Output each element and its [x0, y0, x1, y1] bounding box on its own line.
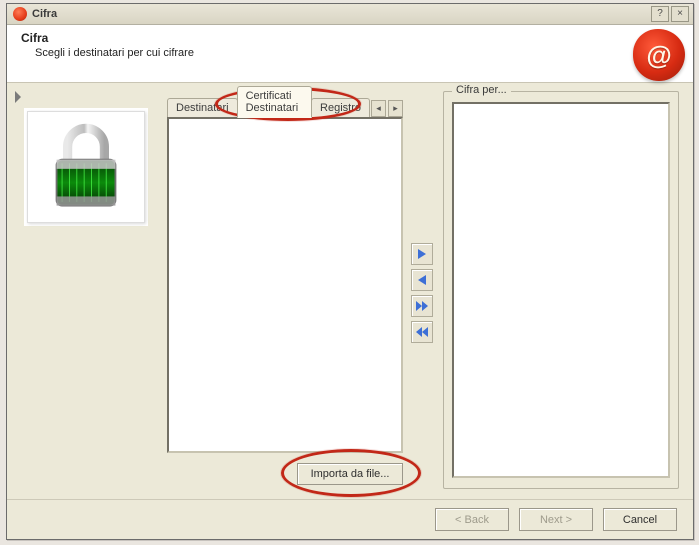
padlock-icon — [47, 121, 125, 213]
double-arrow-right-icon — [415, 299, 429, 313]
page-title: Cifra — [21, 31, 683, 45]
source-list[interactable] — [167, 117, 403, 453]
titlebar: Cifra ? × — [7, 4, 693, 25]
remove-button[interactable] — [411, 269, 433, 291]
transfer-buttons — [411, 243, 433, 343]
step-indicator-icon — [15, 91, 21, 103]
source-tabset: Destinatari Certificati Destinatari Regi… — [167, 95, 403, 453]
cancel-button[interactable]: Cancel — [603, 508, 677, 531]
next-button[interactable]: Next > — [519, 508, 593, 531]
target-list[interactable] — [452, 102, 670, 478]
tab-row: Destinatari Certificati Destinatari Regi… — [167, 95, 403, 117]
arrow-right-icon — [415, 247, 429, 261]
tab-scroll-left[interactable]: ◂ — [371, 100, 386, 117]
add-all-button[interactable] — [411, 295, 433, 317]
page-subtitle: Scegli i destinatari per cui cifrare — [35, 47, 683, 59]
arrow-left-icon — [415, 273, 429, 287]
import-from-file-button[interactable]: Importa da file... — [297, 463, 403, 485]
remove-all-button[interactable] — [411, 321, 433, 343]
header-panel: Cifra Scegli i destinatari per cui cifra… — [7, 25, 693, 83]
tab-scroll-right[interactable]: ▸ — [388, 100, 403, 117]
cifra-per-group: Cifra per... — [443, 91, 679, 489]
titlebar-buttons: ? × — [651, 6, 689, 22]
double-arrow-left-icon — [415, 325, 429, 339]
tab-scroll: ◂ ▸ — [371, 100, 403, 117]
wizard-footer: < Back Next > Cancel — [7, 499, 693, 539]
tab-destinatari[interactable]: Destinatari — [167, 98, 238, 117]
app-icon — [13, 7, 27, 21]
cifra-per-legend: Cifra per... — [452, 84, 511, 96]
body-panel: Destinatari Certificati Destinatari Regi… — [7, 83, 693, 499]
padlock-image — [27, 111, 145, 223]
tab-certificati-destinatari[interactable]: Certificati Destinatari — [237, 86, 312, 118]
window-title: Cifra — [32, 8, 651, 20]
back-button[interactable]: < Back — [435, 508, 509, 531]
add-button[interactable] — [411, 243, 433, 265]
dialog-window: Cifra ? × Cifra Scegli i destinatari per… — [6, 3, 694, 540]
help-button[interactable]: ? — [651, 6, 669, 22]
at-sign-icon: @ — [633, 29, 685, 81]
close-button[interactable]: × — [671, 6, 689, 22]
wax-seal-logo: @ — [633, 29, 685, 81]
tab-registro[interactable]: Registro — [311, 98, 370, 117]
